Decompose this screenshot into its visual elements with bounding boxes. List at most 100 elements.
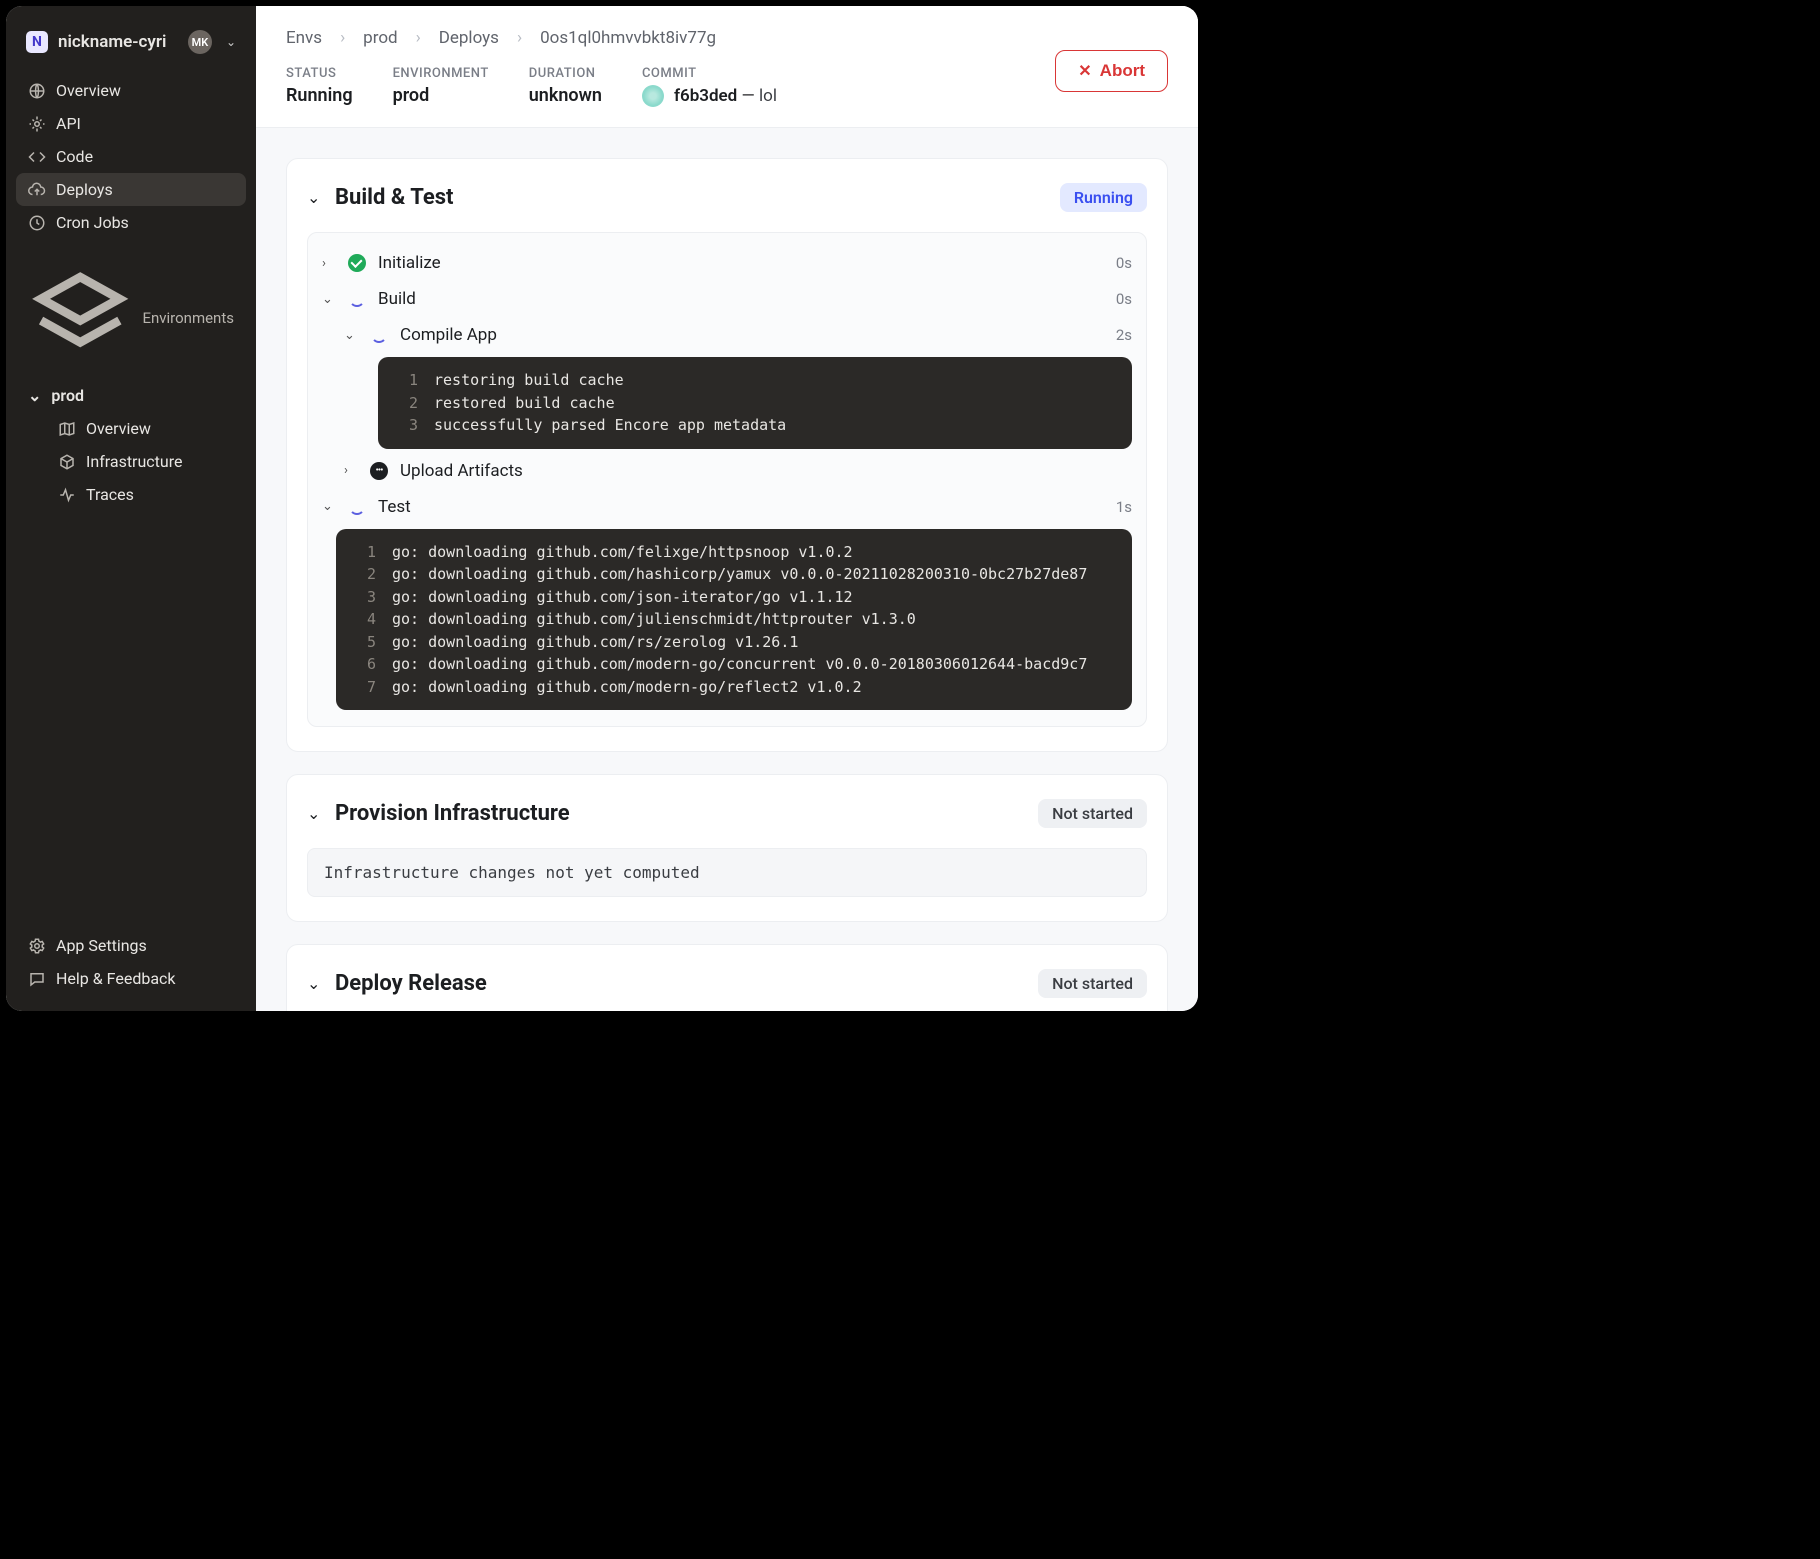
meta-label: DURATION [529,66,602,81]
commit-text: f6b3ded — lol [674,86,777,106]
sidebar: N nickname-cyri MK ⌄ Overview API Code D… [6,6,256,1011]
status-badge: Not started [1038,969,1147,998]
log-line: 3go: downloading github.com/json-iterato… [336,586,1132,609]
status-badge: Running [1060,183,1147,212]
meta-value: Running [286,85,353,106]
chevron-down-icon[interactable]: ⌄ [307,188,323,207]
environments-label: Environments [142,309,234,327]
chevron-right-icon: › [340,28,345,48]
sidebar-item-deploys[interactable]: Deploys [16,173,246,206]
step-label: Compile App [400,325,1104,345]
compile-log: 1restoring build cache2restored build ca… [378,357,1132,449]
user-avatar[interactable]: MK [188,30,212,54]
section-title: Deploy Release [335,971,1026,996]
sidebar-header[interactable]: N nickname-cyri MK ⌄ [6,22,256,74]
chevron-down-icon[interactable]: ⌄ [307,804,323,823]
chevron-down-icon[interactable]: ⌄ [226,35,236,49]
build-steps: › Initialize 0s ⌄ Build 0s ⌄ Co [307,232,1147,727]
step-label: Test [378,497,1104,517]
chat-icon [28,970,46,988]
step-duration: 0s [1116,254,1132,272]
identicon-icon [642,85,664,107]
step-duration: 2s [1116,326,1132,344]
abort-label: Abort [1100,61,1145,81]
env-nav-label: Traces [86,485,134,504]
meta-commit: COMMIT f6b3ded — lol [642,66,777,107]
sidebar-item-label: Overview [56,81,121,100]
meta-duration: DURATION unknown [529,66,602,106]
crumb-deploy-id: 0os1ql0hmvvbkt8iv77g [540,28,716,48]
log-line: 3successfully parsed Encore app metadata [378,414,1132,437]
env-item-prod[interactable]: ⌄ prod [16,379,246,412]
chevron-right-icon[interactable]: › [322,256,336,271]
meta-label: STATUS [286,66,353,81]
plug-icon [28,115,46,133]
spinner-icon [370,326,388,344]
chevron-down-icon[interactable]: ⌄ [307,974,323,993]
meta-label: COMMIT [642,66,777,81]
content-scroll[interactable]: ⌄ Build & Test Running › Initialize 0s ⌄ [256,128,1198,1011]
x-icon: ✕ [1078,61,1091,81]
crumb-deploys[interactable]: Deploys [439,28,499,48]
env-nav-traces[interactable]: Traces [46,478,246,511]
globe-icon [28,82,46,100]
chevron-right-icon[interactable]: › [344,463,358,478]
box-icon [58,453,76,471]
provision-message: Infrastructure changes not yet computed [307,848,1147,897]
sidebar-item-label: Code [56,147,93,166]
breadcrumbs: Envs › prod › Deploys › 0os1ql0hmvvbkt8i… [286,28,1168,48]
sidebar-item-label: Deploys [56,180,113,199]
status-badge: Not started [1038,799,1147,828]
chevron-down-icon[interactable]: ⌄ [322,499,336,514]
log-line: 2restored build cache [378,392,1132,415]
sidebar-item-code[interactable]: Code [16,140,246,173]
sidebar-item-label: Help & Feedback [56,969,176,988]
step-test[interactable]: ⌄ Test 1s [322,489,1132,525]
crumb-envs[interactable]: Envs [286,28,322,48]
app-name: nickname-cyri [58,32,178,52]
meta-value: unknown [529,85,602,106]
sidebar-item-overview[interactable]: Overview [16,74,246,107]
sidebar-item-api[interactable]: API [16,107,246,140]
chevron-right-icon: › [416,28,421,48]
sidebar-item-label: App Settings [56,936,147,955]
deploy-meta: STATUS Running ENVIRONMENT prod DURATION… [286,66,1168,107]
step-duration: 1s [1116,498,1132,516]
chevron-down-icon[interactable]: ⌄ [344,328,358,343]
crumb-prod[interactable]: prod [363,28,397,48]
log-line: 1go: downloading github.com/felixge/http… [336,541,1132,564]
layers-icon [28,264,132,372]
main-content: Envs › prod › Deploys › 0os1ql0hmvvbkt8i… [256,6,1198,1011]
meta-value: prod [393,85,489,106]
spinner-icon [348,498,366,516]
topbar: Envs › prod › Deploys › 0os1ql0hmvvbkt8i… [256,6,1198,128]
env-nav-overview[interactable]: Overview [46,412,246,445]
meta-label: ENVIRONMENT [393,66,489,81]
sidebar-item-label: Cron Jobs [56,213,129,232]
step-initialize[interactable]: › Initialize 0s [322,245,1132,281]
section-title: Build & Test [335,185,1048,210]
log-line: 7go: downloading github.com/modern-go/re… [336,676,1132,699]
log-line: 2go: downloading github.com/hashicorp/ya… [336,563,1132,586]
step-upload-artifacts[interactable]: › ••• Upload Artifacts [322,453,1132,489]
meta-status: STATUS Running [286,66,353,106]
app-badge: N [26,31,48,53]
pending-icon: ••• [370,462,388,480]
step-build[interactable]: ⌄ Build 0s [322,281,1132,317]
env-nav-infra[interactable]: Infrastructure [46,445,246,478]
spinner-icon [348,290,366,308]
sidebar-footer: App Settings Help & Feedback [6,929,256,995]
sidebar-nav: Overview API Code Deploys Cron Jobs [6,74,256,239]
abort-button[interactable]: ✕ Abort [1055,50,1168,92]
step-label: Upload Artifacts [400,461,1132,481]
env-nav-label: Infrastructure [86,452,182,471]
chevron-down-icon[interactable]: ⌄ [322,292,336,307]
sidebar-item-help[interactable]: Help & Feedback [16,962,246,995]
sidebar-item-settings[interactable]: App Settings [16,929,246,962]
gear-icon [28,937,46,955]
step-compile-app[interactable]: ⌄ Compile App 2s [322,317,1132,353]
sidebar-item-cron[interactable]: Cron Jobs [16,206,246,239]
log-line: 6go: downloading github.com/modern-go/co… [336,653,1132,676]
chevron-down-icon: ⌄ [28,386,41,405]
sidebar-environments: Environments ⌄ prod Overview Infrastruct… [6,239,256,515]
